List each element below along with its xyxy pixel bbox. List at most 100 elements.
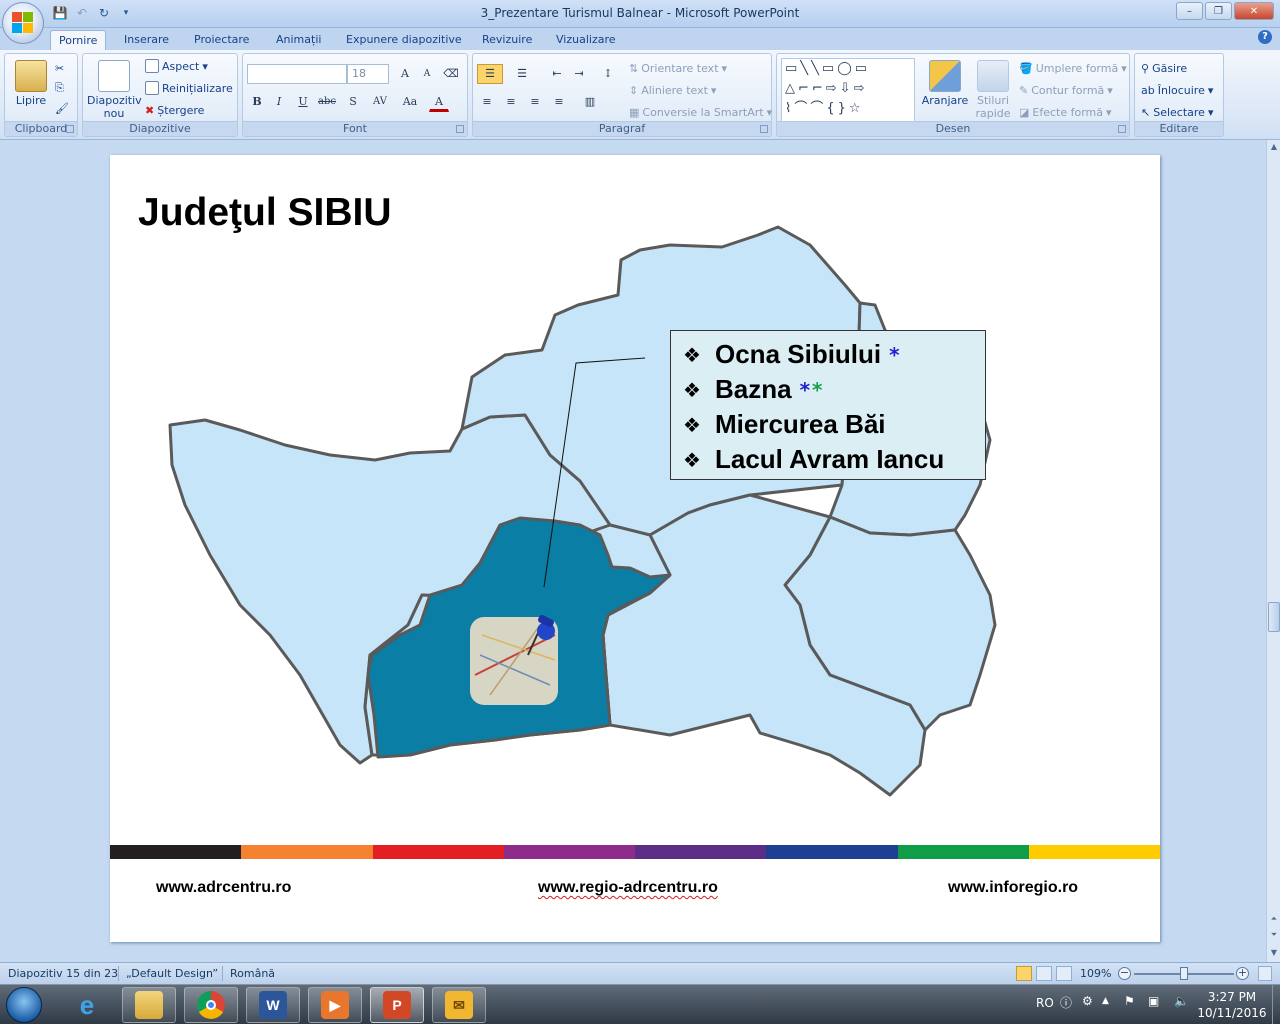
taskbar-outlook[interactable]: ✉ [432, 987, 486, 1023]
decrease-indent-button[interactable]: ⇤ [547, 64, 567, 84]
paste-button[interactable]: Lipire [9, 58, 53, 120]
help-icon[interactable]: ? [1258, 30, 1272, 44]
zoom-slider-thumb[interactable] [1180, 967, 1188, 980]
footer-link-regio[interactable]: www.regio-adrcentru.ro [538, 879, 718, 897]
quick-styles-button[interactable]: Stiluri rapide [973, 58, 1013, 120]
font-launcher-icon[interactable] [456, 125, 464, 133]
zoom-out-icon[interactable]: − [1118, 967, 1131, 980]
clear-formatting-button[interactable]: ⌫ [441, 64, 461, 84]
tab-insert[interactable]: Inserare [116, 30, 177, 50]
tab-review[interactable]: Revizuire [474, 30, 540, 50]
cut-button[interactable]: ✂ [55, 58, 64, 78]
shapes-gallery[interactable]: ▭╲╲▭◯▭ △⌐⌐⇨⇩⇨ ⌇⌒⌒{}☆ [781, 58, 915, 122]
slide-title[interactable]: Judeţul SIBIU [138, 191, 392, 235]
bullets-button[interactable]: ☰ [477, 64, 503, 84]
show-desktop-button[interactable] [1272, 985, 1280, 1024]
delete-button[interactable]: ✖ Ștergere [145, 100, 204, 120]
drawing-launcher-icon[interactable] [1118, 125, 1126, 133]
language-tray[interactable]: RO [1036, 996, 1054, 1010]
clipboard-launcher-icon[interactable] [66, 125, 74, 133]
line-spacing-button[interactable]: ↕ [595, 64, 621, 84]
tab-slideshow[interactable]: Expunere diapozitive [338, 30, 470, 50]
scroll-down-icon[interactable]: ▼ [1267, 946, 1280, 960]
justify-button[interactable]: ≡ [549, 92, 569, 112]
new-slide-button[interactable]: Diapozitiv nou [87, 58, 142, 120]
tab-view[interactable]: Vizualizare [548, 30, 624, 50]
cursor-icon: ↖ [1141, 105, 1151, 119]
align-left-button[interactable]: ≡ [477, 92, 497, 112]
office-button[interactable] [2, 2, 44, 44]
slideshow-view-button[interactable] [1056, 966, 1072, 981]
reset-button[interactable]: Reinițializare [145, 78, 233, 98]
tab-animations[interactable]: Animații [268, 30, 329, 50]
zoom-in-icon[interactable]: + [1236, 967, 1249, 980]
theme-name[interactable]: „Default Design” [126, 967, 218, 980]
shape-outline-button[interactable]: ✎ Contur formă ▾ [1019, 80, 1113, 100]
taskbar-word[interactable]: W [246, 987, 300, 1023]
smartart-button[interactable]: ▦ Conversie la SmartArt ▾ [629, 102, 772, 122]
replace-button[interactable]: ab Înlocuire ▾ [1141, 80, 1213, 100]
prev-slide-icon[interactable]: ⏶ [1267, 912, 1280, 926]
font-color-button[interactable]: A [429, 92, 449, 112]
taskbar-chrome[interactable] [184, 987, 238, 1023]
underline-button[interactable]: U [293, 92, 313, 112]
tray-overflow-icon[interactable]: ▲ [1102, 996, 1109, 1006]
taskbar-powerpoint[interactable]: P [370, 987, 424, 1023]
align-center-button[interactable]: ≡ [501, 92, 521, 112]
slide-sorter-button[interactable] [1036, 966, 1052, 981]
arrange-button[interactable]: Aranjare [919, 58, 971, 120]
scroll-up-icon[interactable]: ▲ [1267, 140, 1280, 154]
network-icon[interactable]: ▣ [1148, 994, 1159, 1008]
text-direction-button[interactable]: ⇅ Orientare text ▾ [629, 58, 727, 78]
region-map[interactable] [110, 155, 1160, 942]
tab-home[interactable]: Pornire [50, 30, 107, 50]
vertical-scrollbar[interactable]: ▲ ⏶ ⏷ ▼ [1266, 140, 1280, 962]
bold-button[interactable]: B [247, 92, 267, 112]
taskbar-internet-explorer[interactable]: e [60, 987, 114, 1023]
font-name-box[interactable] [247, 64, 347, 84]
minimize-button[interactable]: – [1176, 2, 1203, 20]
grow-font-button[interactable]: A [395, 64, 415, 84]
strikethrough-button[interactable]: abc [317, 92, 337, 112]
flag-icon[interactable]: ⚑ [1124, 994, 1135, 1008]
change-case-button[interactable]: Aa [397, 92, 423, 112]
zoom-level[interactable]: 109% [1080, 967, 1111, 980]
columns-button[interactable]: ▥ [577, 92, 603, 112]
align-right-button[interactable]: ≡ [525, 92, 545, 112]
tab-design[interactable]: Proiectare [186, 30, 257, 50]
layout-button[interactable]: Aspect ▾ [145, 56, 208, 76]
copy-button[interactable]: ⎘ [55, 78, 64, 98]
font-size-box[interactable]: 18 [347, 64, 389, 84]
footer-link-adrcentru[interactable]: www.adrcentru.ro [156, 879, 291, 897]
increase-indent-button[interactable]: ⇥ [569, 64, 589, 84]
callout-box[interactable]: ❖ Ocna Sibiului * ❖ Bazna * * ❖ Miercurea Băi ❖ La… [670, 330, 986, 480]
select-button[interactable]: ↖ Selectare ▾ [1141, 102, 1213, 122]
settings-tray-icon[interactable]: ⚙ [1082, 994, 1093, 1008]
shrink-font-button[interactable]: A [417, 64, 437, 84]
slide-canvas[interactable]: Judeţul SIBIU ❖ Ocna Sibiului * ❖ Bazna * * ❖ Mi… [110, 155, 1160, 942]
shape-effects-button[interactable]: ◪ Efecte formă ▾ [1019, 102, 1112, 122]
align-text-button[interactable]: ⇕ Aliniere text ▾ [629, 80, 716, 100]
taskbar-media-player[interactable]: ▶ [308, 987, 362, 1023]
numbering-button[interactable]: ☰ [509, 64, 535, 84]
close-button[interactable]: ✕ [1234, 2, 1274, 20]
italic-button[interactable]: I [269, 92, 289, 112]
fit-to-window-button[interactable] [1258, 966, 1272, 981]
start-button[interactable] [6, 987, 42, 1023]
normal-view-button[interactable] [1016, 966, 1032, 981]
maximize-button[interactable]: ❐ [1205, 2, 1232, 20]
footer-link-inforegio[interactable]: www.inforegio.ro [948, 879, 1078, 897]
help-tray-icon[interactable]: ⓘ [1060, 994, 1072, 1011]
paragraph-launcher-icon[interactable] [760, 125, 768, 133]
find-button[interactable]: ⚲ Găsire [1141, 58, 1187, 78]
scroll-thumb[interactable] [1268, 602, 1280, 632]
taskbar-file-explorer[interactable] [122, 987, 176, 1023]
shape-fill-button[interactable]: 🪣 Umplere formă ▾ [1019, 58, 1127, 78]
volume-icon[interactable]: 🔈 [1174, 994, 1189, 1008]
next-slide-icon[interactable]: ⏷ [1267, 928, 1280, 942]
char-spacing-button[interactable]: AV [367, 92, 393, 112]
format-painter-button[interactable]: 🖌 [55, 98, 69, 118]
system-clock[interactable]: 3:27 PM 10/11/2016 [1196, 989, 1268, 1021]
shadow-button[interactable]: S [343, 92, 363, 112]
language-indicator[interactable]: Română [230, 967, 275, 980]
